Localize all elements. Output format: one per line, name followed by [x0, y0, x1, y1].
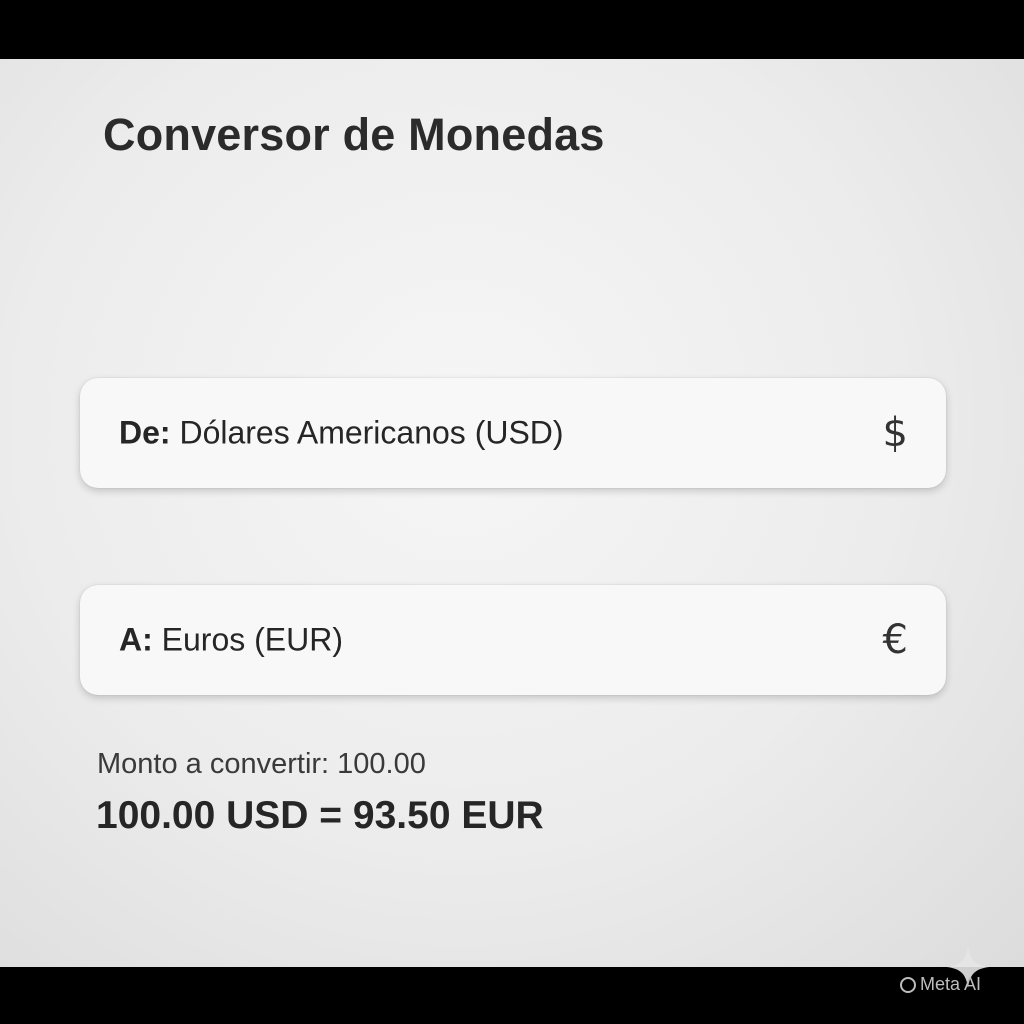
page-title: Conversor de Monedas: [103, 109, 605, 160]
euro-icon: €: [882, 617, 908, 663]
from-currency-label: De: Dólares Americanos (USD): [119, 415, 564, 452]
from-currency-value: Dólares Americanos (USD): [179, 414, 564, 451]
to-currency-label: A: Euros (EUR): [119, 622, 343, 659]
to-currency-value: Euros (EUR): [161, 621, 344, 658]
to-currency-select[interactable]: A: Euros (EUR) €: [80, 585, 946, 695]
from-prefix: De:: [119, 414, 171, 451]
to-prefix: A:: [119, 621, 153, 658]
conversion-result: 100.00 USD = 93.50 EUR: [96, 794, 544, 837]
meta-ai-watermark: Meta AI: [900, 974, 981, 995]
from-currency-select[interactable]: De: Dólares Americanos (USD) $: [80, 378, 946, 488]
dollar-icon: $: [882, 410, 908, 456]
watermark-text: Meta AI: [920, 974, 982, 994]
app-screen: Conversor de Monedas De: Dólares America…: [0, 59, 1024, 967]
meta-logo-icon: [900, 976, 916, 993]
amount-to-convert: Monto a convertir: 100.00: [97, 748, 426, 780]
